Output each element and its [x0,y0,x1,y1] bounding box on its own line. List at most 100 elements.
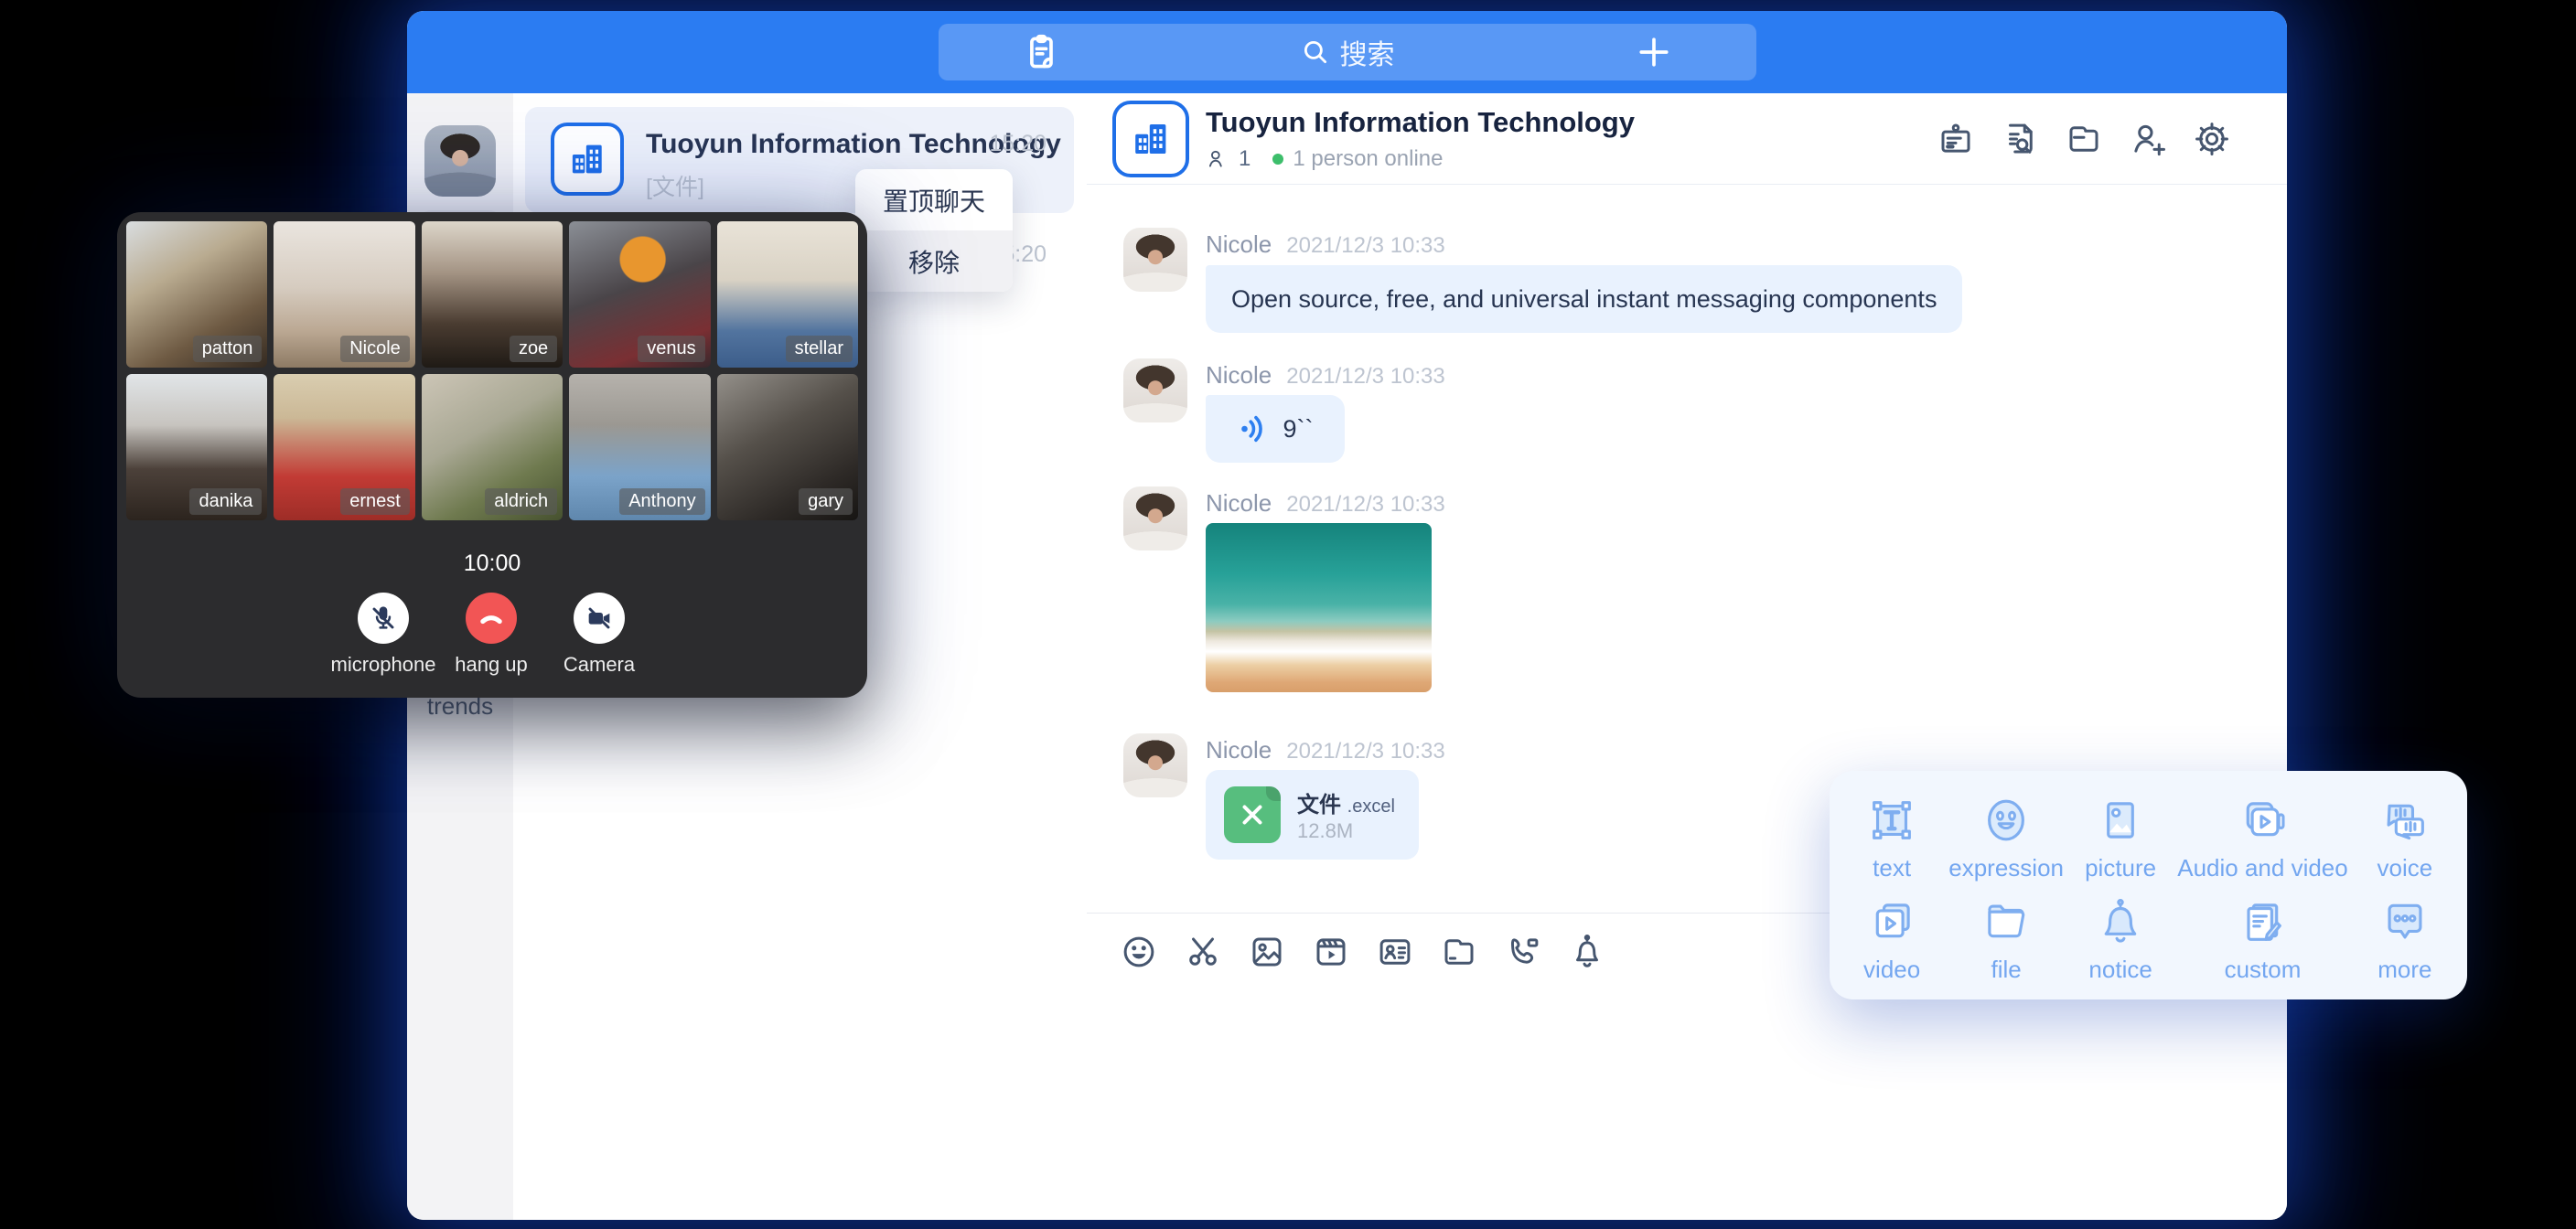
text-message[interactable]: Open source, free, and universal instant… [1206,265,1962,333]
chat-pane: Tuoyun Information Technology 1 1 person… [1087,93,2287,1220]
file-message[interactable]: 文件 .excel 12.8M [1206,770,1419,860]
message-meta: Nicole2021/12/3 10:33 [1206,230,1445,259]
building-icon [1129,117,1173,161]
video-clip-icon[interactable] [1312,933,1350,971]
chat-header: Tuoyun Information Technology 1 1 person… [1087,93,2287,185]
video-call-icon[interactable] [1504,933,1542,971]
audio-video-icon [2236,794,2289,847]
members-icon [1206,147,1229,171]
conversation-last-message: [文件] [646,169,704,202]
video-call-panel: patton Nicole zoe venus stellar danika e… [117,212,867,698]
message-time: 2021/12/3 10:33 [1286,364,1445,389]
search-history-icon[interactable] [2000,119,2040,159]
message-meta: Nicole 2021/12/3 10:33 [1206,489,1445,518]
text-icon [1865,794,1918,847]
emoji-icon[interactable] [1120,933,1158,971]
voice-message[interactable]: 9`` [1206,395,1345,463]
microphone-muted-icon [369,604,398,633]
notification-icon[interactable] [1568,933,1606,971]
chat-title: Tuoyun Information Technology [1206,106,1635,139]
search-icon [1300,37,1331,68]
screenshot-icon[interactable] [1184,933,1222,971]
message-text: Open source, free, and universal instant… [1231,285,1937,314]
action-label: voice [2377,854,2433,882]
action-voice[interactable]: voice [2348,787,2462,889]
chat-header-actions [1936,119,2232,159]
menu-item-remove[interactable]: 移除 [855,230,1013,292]
sender-name: Nicole [1206,489,1272,517]
participant-name: Anthony [619,488,704,515]
search-bar[interactable]: 搜索 [939,24,1756,80]
participant-tile[interactable]: patton [126,221,267,368]
participant-tile[interactable]: aldrich [422,374,563,520]
action-label: more [2377,956,2431,984]
participant-tile[interactable]: venus [569,221,710,368]
online-dot [1272,154,1283,165]
announcement-icon[interactable] [1936,119,1976,159]
chat-group-avatar[interactable] [1112,101,1189,177]
user-avatar[interactable] [424,125,496,197]
camera-button[interactable] [574,593,625,644]
folder-icon[interactable] [1440,933,1478,971]
add-icon[interactable] [1634,32,1674,77]
call-controls: microphone hang up [117,593,867,693]
message-meta: Nicole2021/12/3 10:33 [1206,736,1445,764]
participant-name: zoe [510,336,557,362]
image-icon[interactable] [1248,933,1286,971]
message-time: 2021/12/3 10:33 [1286,492,1445,517]
participant-grid: patton Nicole zoe venus stellar danika e… [126,221,858,520]
sender-name: Nicole [1206,736,1272,764]
action-audio-video[interactable]: Audio and video [2177,787,2347,889]
contact-card-icon[interactable] [1376,933,1414,971]
add-member-icon[interactable] [2128,119,2168,159]
hangup-button[interactable] [466,593,517,644]
menu-item-pin-chat[interactable]: 置顶聊天 [855,169,1013,230]
avatar[interactable] [1123,228,1187,292]
participant-name: stellar [786,336,853,362]
screen: 搜索 trends [0,0,2576,1229]
participant-tile[interactable]: zoe [422,221,563,368]
camera-label: Camera [508,653,691,677]
participant-tile[interactable]: gary [717,374,858,520]
hangup-icon [476,603,507,634]
group-avatar [551,123,624,196]
participant-name: gary [799,488,853,515]
participant-name: aldrich [485,488,557,515]
files-icon[interactable] [2064,119,2104,159]
participant-name: patton [193,336,263,362]
image-message-beach[interactable] [1206,523,1432,692]
action-label: notice [2088,956,2152,984]
more-icon [2378,895,2431,948]
participant-tile[interactable]: danika [126,374,267,520]
context-menu: 置顶聊天 移除 [855,169,1013,292]
action-label: Audio and video [2177,854,2347,882]
action-notice[interactable]: notice [2064,889,2177,990]
file-name: 文件 .excel [1297,786,1395,818]
custom-icon [2236,895,2289,948]
building-icon [566,138,608,180]
action-label: expression [1948,854,2064,882]
action-text[interactable]: text [1835,787,1948,889]
video-icon [1865,895,1918,948]
action-file[interactable]: file [1948,889,2064,990]
participant-tile[interactable]: Nicole [274,221,414,368]
action-custom[interactable]: custom [2177,889,2347,990]
settings-icon[interactable] [2192,119,2232,159]
participant-name: ernest [340,488,410,515]
participant-tile[interactable]: ernest [274,374,414,520]
avatar[interactable] [1123,733,1187,797]
participant-tile[interactable]: Anthony [569,374,710,520]
action-label: custom [2225,956,2302,984]
message-time: 2021/12/3 10:33 [1286,233,1445,258]
avatar[interactable] [1123,486,1187,550]
action-expression[interactable]: expression [1948,787,2064,889]
action-label: file [1991,956,2021,984]
microphone-button[interactable] [358,593,409,644]
message-meta: Nicole2021/12/3 10:33 [1206,361,1445,390]
action-more[interactable]: more [2348,889,2462,990]
expression-icon [1980,794,2033,847]
action-video[interactable]: video [1835,889,1948,990]
participant-tile[interactable]: stellar [717,221,858,368]
avatar[interactable] [1123,358,1187,422]
action-picture[interactable]: picture [2064,787,2177,889]
